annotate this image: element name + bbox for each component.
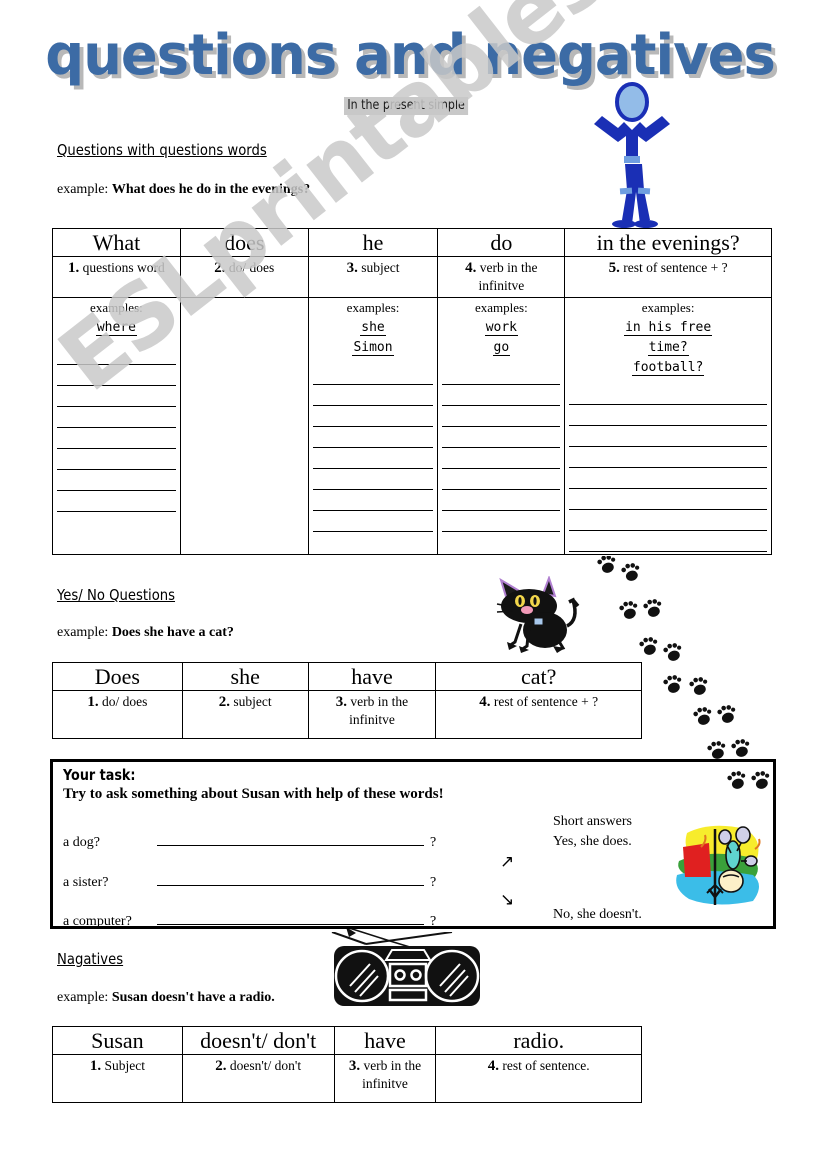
task-prompt: a dog?: [63, 835, 100, 850]
short-answers-label: Short answers: [553, 814, 632, 829]
cell-header: in the evenings?: [564, 227, 772, 258]
table-negatives: Susan doesn't/ don't have radio. 1. Subj…: [52, 1025, 642, 1104]
page-title: questions and negatives: [0, 28, 821, 84]
example-label: example:: [57, 182, 109, 197]
short-answer-no: No, she doesn't.: [553, 907, 642, 922]
table-wh-questions: What does he do in the evenings? 1. ques…: [52, 227, 772, 556]
task-answer-line[interactable]: [156, 911, 424, 925]
cell-description: 3. verb in the infinitve: [307, 690, 437, 740]
paw-prints-icon: [597, 556, 770, 789]
cell-description: 1. Subject: [52, 1054, 183, 1104]
question-mark: ?: [430, 875, 437, 890]
cell-header: have: [333, 1025, 437, 1056]
short-answer-yes: Yes, she does.: [553, 834, 632, 849]
cell-description: 2. subject: [181, 690, 309, 740]
radio-icon: [331, 932, 480, 1006]
arrow-down-icon: ↘: [500, 890, 515, 910]
table-row-examples: examples: where examples: she Simon examp…: [52, 296, 772, 556]
cell-header: Does: [52, 661, 183, 692]
example-wh-questions: example: What does he do in the evenings…: [57, 182, 310, 198]
example-sentence: Susan doesn't have a radio.: [111, 990, 275, 1005]
arrow-up-icon: ↗: [500, 852, 515, 872]
examples-label: examples:: [641, 299, 695, 315]
cell-examples: examples: she Simon: [307, 296, 439, 556]
cell-examples: examples: work go: [437, 296, 566, 556]
example-word-list: in his free time? football?: [624, 319, 713, 376]
examples-label: examples:: [474, 299, 528, 315]
writing-lines[interactable]: [57, 344, 176, 512]
worksheet-page: ESLprintables.com questions and negative…: [0, 0, 821, 1169]
cell-header: she: [181, 661, 309, 692]
question-mark: ?: [430, 914, 437, 929]
stick-figure-icon: [594, 82, 670, 228]
cat-icon: [496, 576, 580, 653]
heading-wh-questions: Questions with questions words: [57, 141, 267, 159]
table-yes-no-questions: Does she have cat? 1. do/ does 2. subjec…: [52, 661, 642, 740]
cell-description: 2. doesn't/ don't: [181, 1054, 335, 1104]
cell-description: 3. verb in the infinitve: [333, 1054, 437, 1104]
cell-description: 4. verb in the infinitve: [437, 256, 566, 298]
table-row-headers: What does he do in the evenings?: [52, 227, 772, 258]
example-sentence: Does she have a cat?: [111, 625, 234, 640]
task-prompt: a computer?: [63, 914, 132, 929]
cell-description: 2. do/ does: [179, 256, 309, 298]
table-row-descriptions: 1. questions word 2. do/ does 3. subject…: [52, 256, 772, 298]
example-sentence: What does he do in the evenings?: [111, 182, 311, 197]
garden-clipart-icon: [676, 825, 761, 905]
question-mark: ?: [430, 835, 437, 850]
example-word-list: she Simon: [352, 319, 394, 356]
cell-header: do: [437, 227, 566, 258]
cell-description: 4. rest of sentence.: [435, 1054, 642, 1104]
example-label: example:: [57, 625, 109, 640]
cell-description: 1. do/ does: [52, 690, 183, 740]
cell-examples-empty: [179, 296, 309, 556]
heading-negatives: Nagatives: [57, 950, 124, 968]
writing-lines[interactable]: [312, 364, 434, 532]
cell-description: 1. questions word: [52, 256, 181, 298]
example-word-list: work go: [484, 319, 518, 356]
cell-header: What: [52, 227, 181, 258]
cell-header: radio.: [435, 1025, 642, 1056]
example-label: example:: [57, 990, 109, 1005]
task-answer-line[interactable]: [156, 832, 424, 846]
cell-header: doesn't/ don't: [181, 1025, 335, 1056]
task-row: a dog? ?: [63, 832, 436, 851]
cell-examples: examples: in his free time? football?: [564, 296, 772, 556]
task-title: Your task:: [63, 766, 136, 784]
cell-header: does: [179, 227, 309, 258]
task-prompt: a sister?: [63, 875, 109, 890]
example-yes-no: example: Does she have a cat?: [57, 625, 234, 641]
examples-label: examples:: [346, 299, 400, 315]
cell-examples: examples: where: [52, 296, 181, 556]
table-row-descriptions: 1. do/ does 2. subject 3. verb in the in…: [52, 690, 642, 740]
cell-header: Susan: [52, 1025, 183, 1056]
task-answer-line[interactable]: [156, 872, 424, 886]
writing-lines[interactable]: [569, 384, 767, 553]
task-row: a computer? ?: [63, 911, 436, 930]
cell-description: 5. rest of sentence + ?: [564, 256, 772, 298]
example-negatives: example: Susan doesn't have a radio.: [57, 990, 275, 1006]
cell-header: have: [307, 661, 437, 692]
table-row-headers: Does she have cat?: [52, 661, 642, 692]
subtitle: In the present simple: [344, 97, 469, 115]
cell-description: 3. subject: [307, 256, 439, 298]
cell-header: he: [307, 227, 439, 258]
heading-yes-no-questions: Yes/ No Questions: [57, 586, 176, 604]
writing-lines[interactable]: [442, 364, 561, 532]
title-text: questions and negatives: [45, 23, 777, 88]
table-row-headers: Susan doesn't/ don't have radio.: [52, 1025, 642, 1056]
task-row: a sister? ?: [63, 872, 436, 891]
example-word-list: where: [95, 319, 137, 336]
task-instruction: Try to ask something about Susan with he…: [63, 786, 444, 802]
table-row-descriptions: 1. Subject 2. doesn't/ don't 3. verb in …: [52, 1054, 642, 1104]
examples-label: examples:: [90, 299, 143, 315]
